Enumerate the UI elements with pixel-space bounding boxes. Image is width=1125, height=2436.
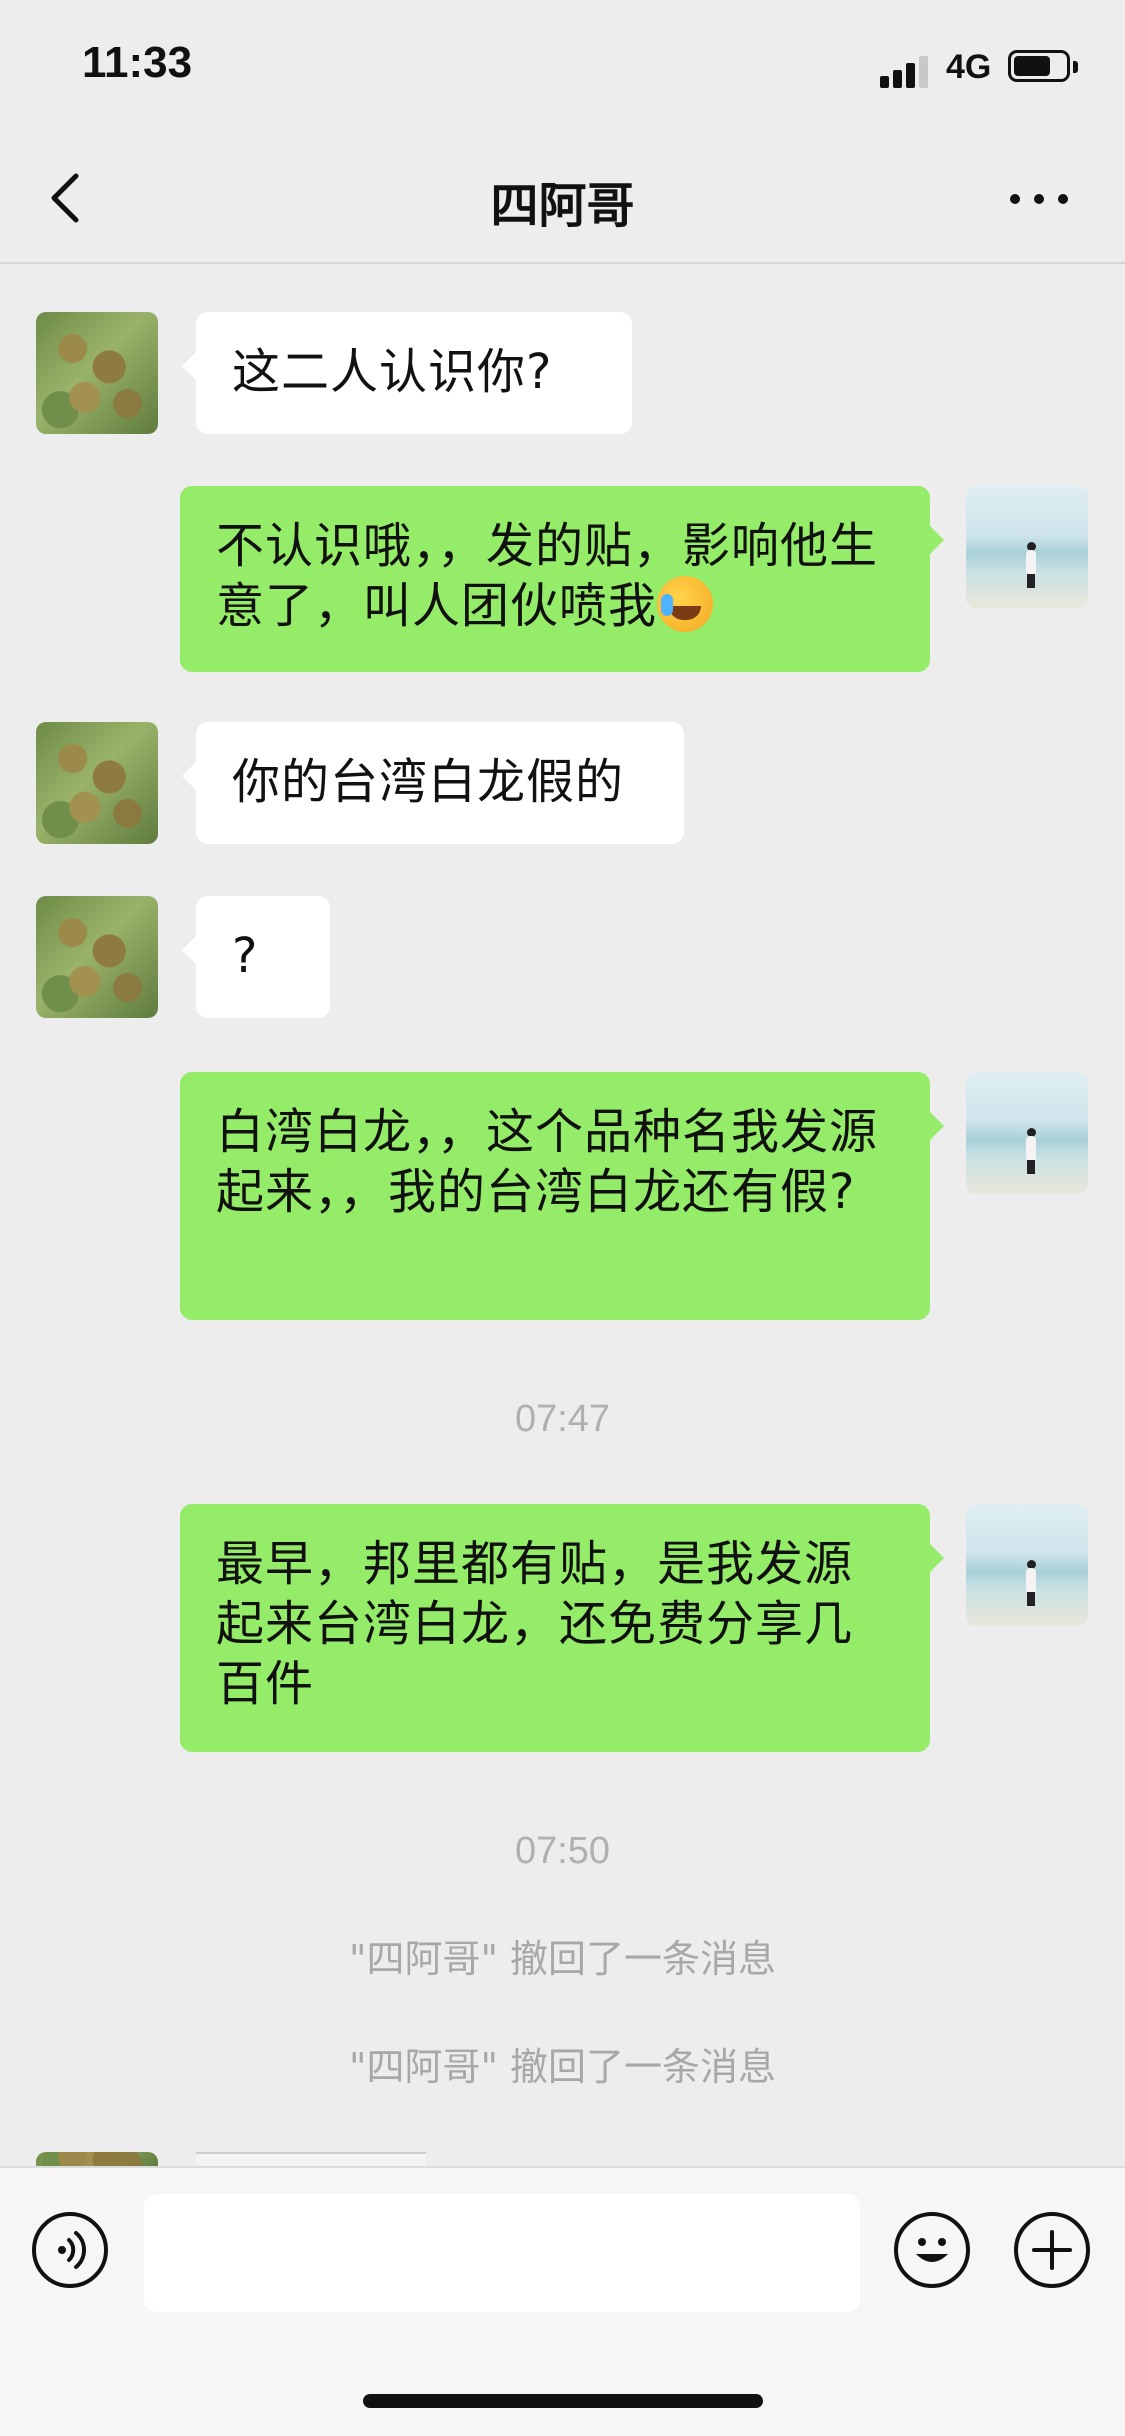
signal-icon [880,52,932,88]
network-type: 4G [946,48,992,86]
emoji-button[interactable] [894,2212,970,2288]
contact-avatar[interactable] [36,312,158,434]
my-avatar[interactable] [966,1504,1088,1626]
recall-notice: "四阿哥" 撤回了一条消息 [348,1937,777,1981]
message-bubble-out[interactable]: 不认识哦，，发的贴，影响他生意了，叫人团伙喷我 [180,486,944,672]
more-dots-icon [1010,194,1020,204]
message-bubble-in[interactable]: ? [182,896,330,1018]
message-text: 不认识哦，，发的贴，影响他生意了，叫人团伙喷我 [216,518,879,634]
status-bar: 11:33 4G [0,0,1125,132]
battery-icon [1008,50,1080,86]
message-input[interactable] [144,2194,860,2312]
status-time: 11:33 [82,38,193,87]
contact-avatar[interactable] [36,722,158,844]
message-bubble-in[interactable]: 这二人认识你? [182,312,632,434]
emoji-icon [916,2238,948,2262]
plus-icon [1032,2230,1072,2270]
message-bubble-out[interactable]: 最早，邦里都有贴，是我发源起来台湾白龙，还免费分享几百件 [180,1504,944,1752]
timestamp: 07:50 [514,1830,611,1872]
chat-screen: 11:33 4G 四阿哥 这二人认识你? 不认识哦，，发的贴，影响他生意了，叫人… [0,0,1125,2436]
nav-bar: 四阿哥 [0,132,1125,264]
voice-button[interactable] [32,2212,108,2288]
recall-notice: "四阿哥" 撤回了一条消息 [348,2045,777,2089]
plus-button[interactable] [1014,2212,1090,2288]
chat-title: 四阿哥 [490,178,635,234]
home-indicator[interactable] [363,2394,763,2408]
voice-icon [58,2231,87,2269]
contact-avatar[interactable] [36,896,158,1018]
message-bubble-out[interactable]: 白湾白龙，，这个品种名我发源起来，，我的台湾白龙还有假? [180,1072,944,1320]
laughing-crying-emoji-icon [657,576,714,632]
more-button[interactable] [1010,176,1070,220]
my-avatar[interactable] [966,1072,1088,1194]
my-avatar[interactable] [966,486,1088,608]
message-bubble-in[interactable]: 你的台湾白龙假的 [182,722,684,844]
timestamp: 07:47 [514,1398,611,1440]
